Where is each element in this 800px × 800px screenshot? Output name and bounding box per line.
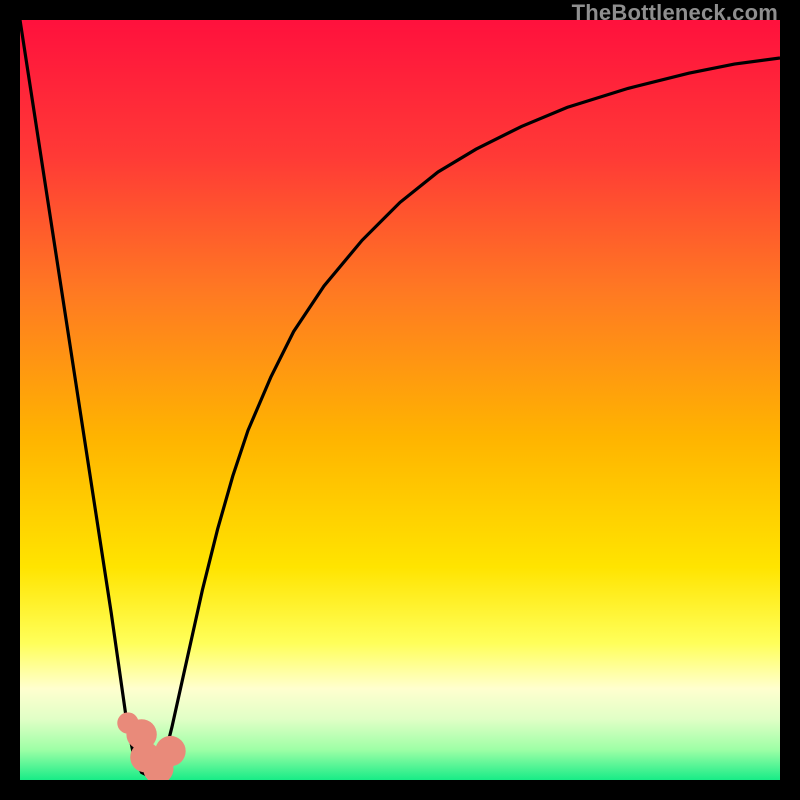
watermark-text: TheBottleneck.com xyxy=(572,0,778,26)
j-blob-end xyxy=(155,736,185,766)
chart-frame xyxy=(20,20,780,780)
chart-svg xyxy=(20,20,780,780)
gradient-background xyxy=(20,20,780,780)
